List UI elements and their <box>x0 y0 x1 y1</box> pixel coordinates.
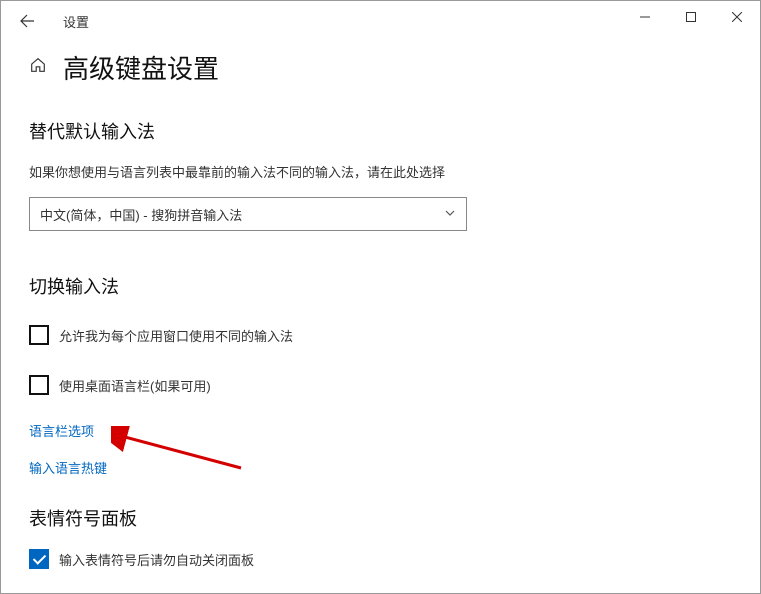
page-title: 高级键盘设置 <box>63 49 219 86</box>
window-title: 设置 <box>63 12 89 31</box>
section-default-ime: 替代默认输入法 如果你想使用与语言列表中最靠前的输入法不同的输入法，请在此处选择… <box>29 118 732 231</box>
section3-title: 表情符号面板 <box>29 505 732 531</box>
checkbox-icon <box>29 325 49 345</box>
section1-title: 替代默认输入法 <box>29 118 732 144</box>
link-input-hotkeys[interactable]: 输入语言热键 <box>29 458 732 477</box>
section1-desc: 如果你想使用与语言列表中最靠前的输入法不同的输入法，请在此处选择 <box>29 162 732 181</box>
link-language-bar-options[interactable]: 语言栏选项 <box>29 421 732 440</box>
checkbox-label: 允许我为每个应用窗口使用不同的输入法 <box>59 326 293 345</box>
titlebar: 设置 <box>1 1 760 41</box>
checkbox-icon <box>29 549 49 569</box>
back-button[interactable] <box>11 5 43 37</box>
section2-title: 切换输入法 <box>29 273 732 299</box>
section-switch-ime: 切换输入法 允许我为每个应用窗口使用不同的输入法 使用桌面语言栏(如果可用) 语… <box>29 273 732 477</box>
home-icon[interactable] <box>29 56 47 79</box>
maximize-button[interactable] <box>668 1 714 33</box>
default-ime-dropdown[interactable]: 中文(简体，中国) - 搜狗拼音输入法 <box>29 197 467 231</box>
chevron-down-icon <box>444 207 456 222</box>
minimize-button[interactable] <box>622 1 668 33</box>
checkbox-desktop-langbar[interactable]: 使用桌面语言栏(如果可用) <box>29 375 732 395</box>
checkbox-label: 输入表情符号后请勿自动关闭面板 <box>59 550 254 569</box>
checkbox-emoji-autoclose[interactable]: 输入表情符号后请勿自动关闭面板 <box>29 549 732 569</box>
checkbox-icon <box>29 375 49 395</box>
close-button[interactable] <box>714 1 760 33</box>
checkbox-per-app-ime[interactable]: 允许我为每个应用窗口使用不同的输入法 <box>29 325 732 345</box>
back-arrow-icon <box>19 13 35 29</box>
content-area: 高级键盘设置 替代默认输入法 如果你想使用与语言列表中最靠前的输入法不同的输入法… <box>1 41 760 569</box>
section-emoji-panel: 表情符号面板 输入表情符号后请勿自动关闭面板 <box>29 505 732 569</box>
checkbox-label: 使用桌面语言栏(如果可用) <box>59 376 211 395</box>
dropdown-value: 中文(简体，中国) - 搜狗拼音输入法 <box>40 205 242 224</box>
